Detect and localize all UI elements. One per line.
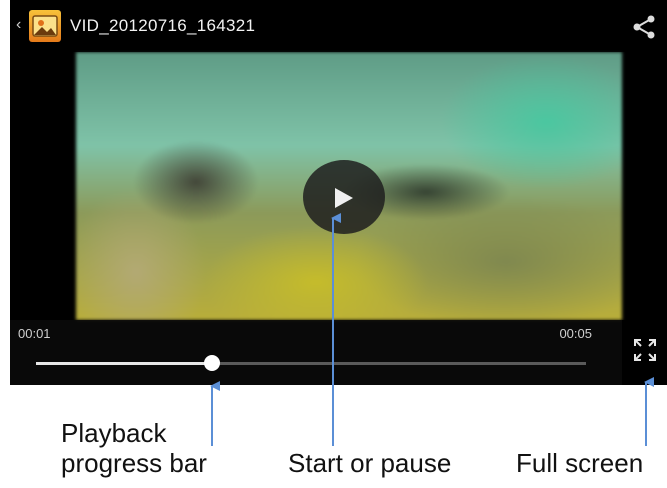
progress-caption-line1: Playback bbox=[61, 418, 167, 448]
progress-bar-caption: Playback progress bar bbox=[61, 418, 207, 478]
progress-bar[interactable] bbox=[36, 355, 586, 371]
playback-controls: 00:01 00:05 bbox=[10, 320, 622, 385]
share-icon[interactable] bbox=[631, 14, 657, 45]
gallery-app-icon[interactable] bbox=[29, 10, 61, 42]
play-caption: Start or pause bbox=[288, 448, 452, 478]
current-time: 00:01 bbox=[18, 326, 51, 341]
back-chevron-icon[interactable]: ‹ bbox=[16, 17, 21, 33]
play-pause-button[interactable] bbox=[303, 160, 385, 234]
fullscreen-caption: Full screen bbox=[516, 448, 644, 478]
top-bar: ‹ VID_20120716_164321 bbox=[10, 0, 667, 52]
progress-fill bbox=[36, 362, 212, 365]
progress-caption-line2: progress bar bbox=[61, 448, 207, 478]
play-icon bbox=[335, 188, 353, 208]
fullscreen-button[interactable] bbox=[622, 320, 667, 385]
video-title: VID_20120716_164321 bbox=[70, 16, 256, 35]
video-player: ‹ VID_20120716_164321 00:01 00:05 bbox=[10, 0, 667, 385]
progress-thumb[interactable] bbox=[204, 355, 220, 371]
total-time: 00:05 bbox=[559, 326, 592, 341]
fullscreen-icon bbox=[634, 339, 656, 361]
